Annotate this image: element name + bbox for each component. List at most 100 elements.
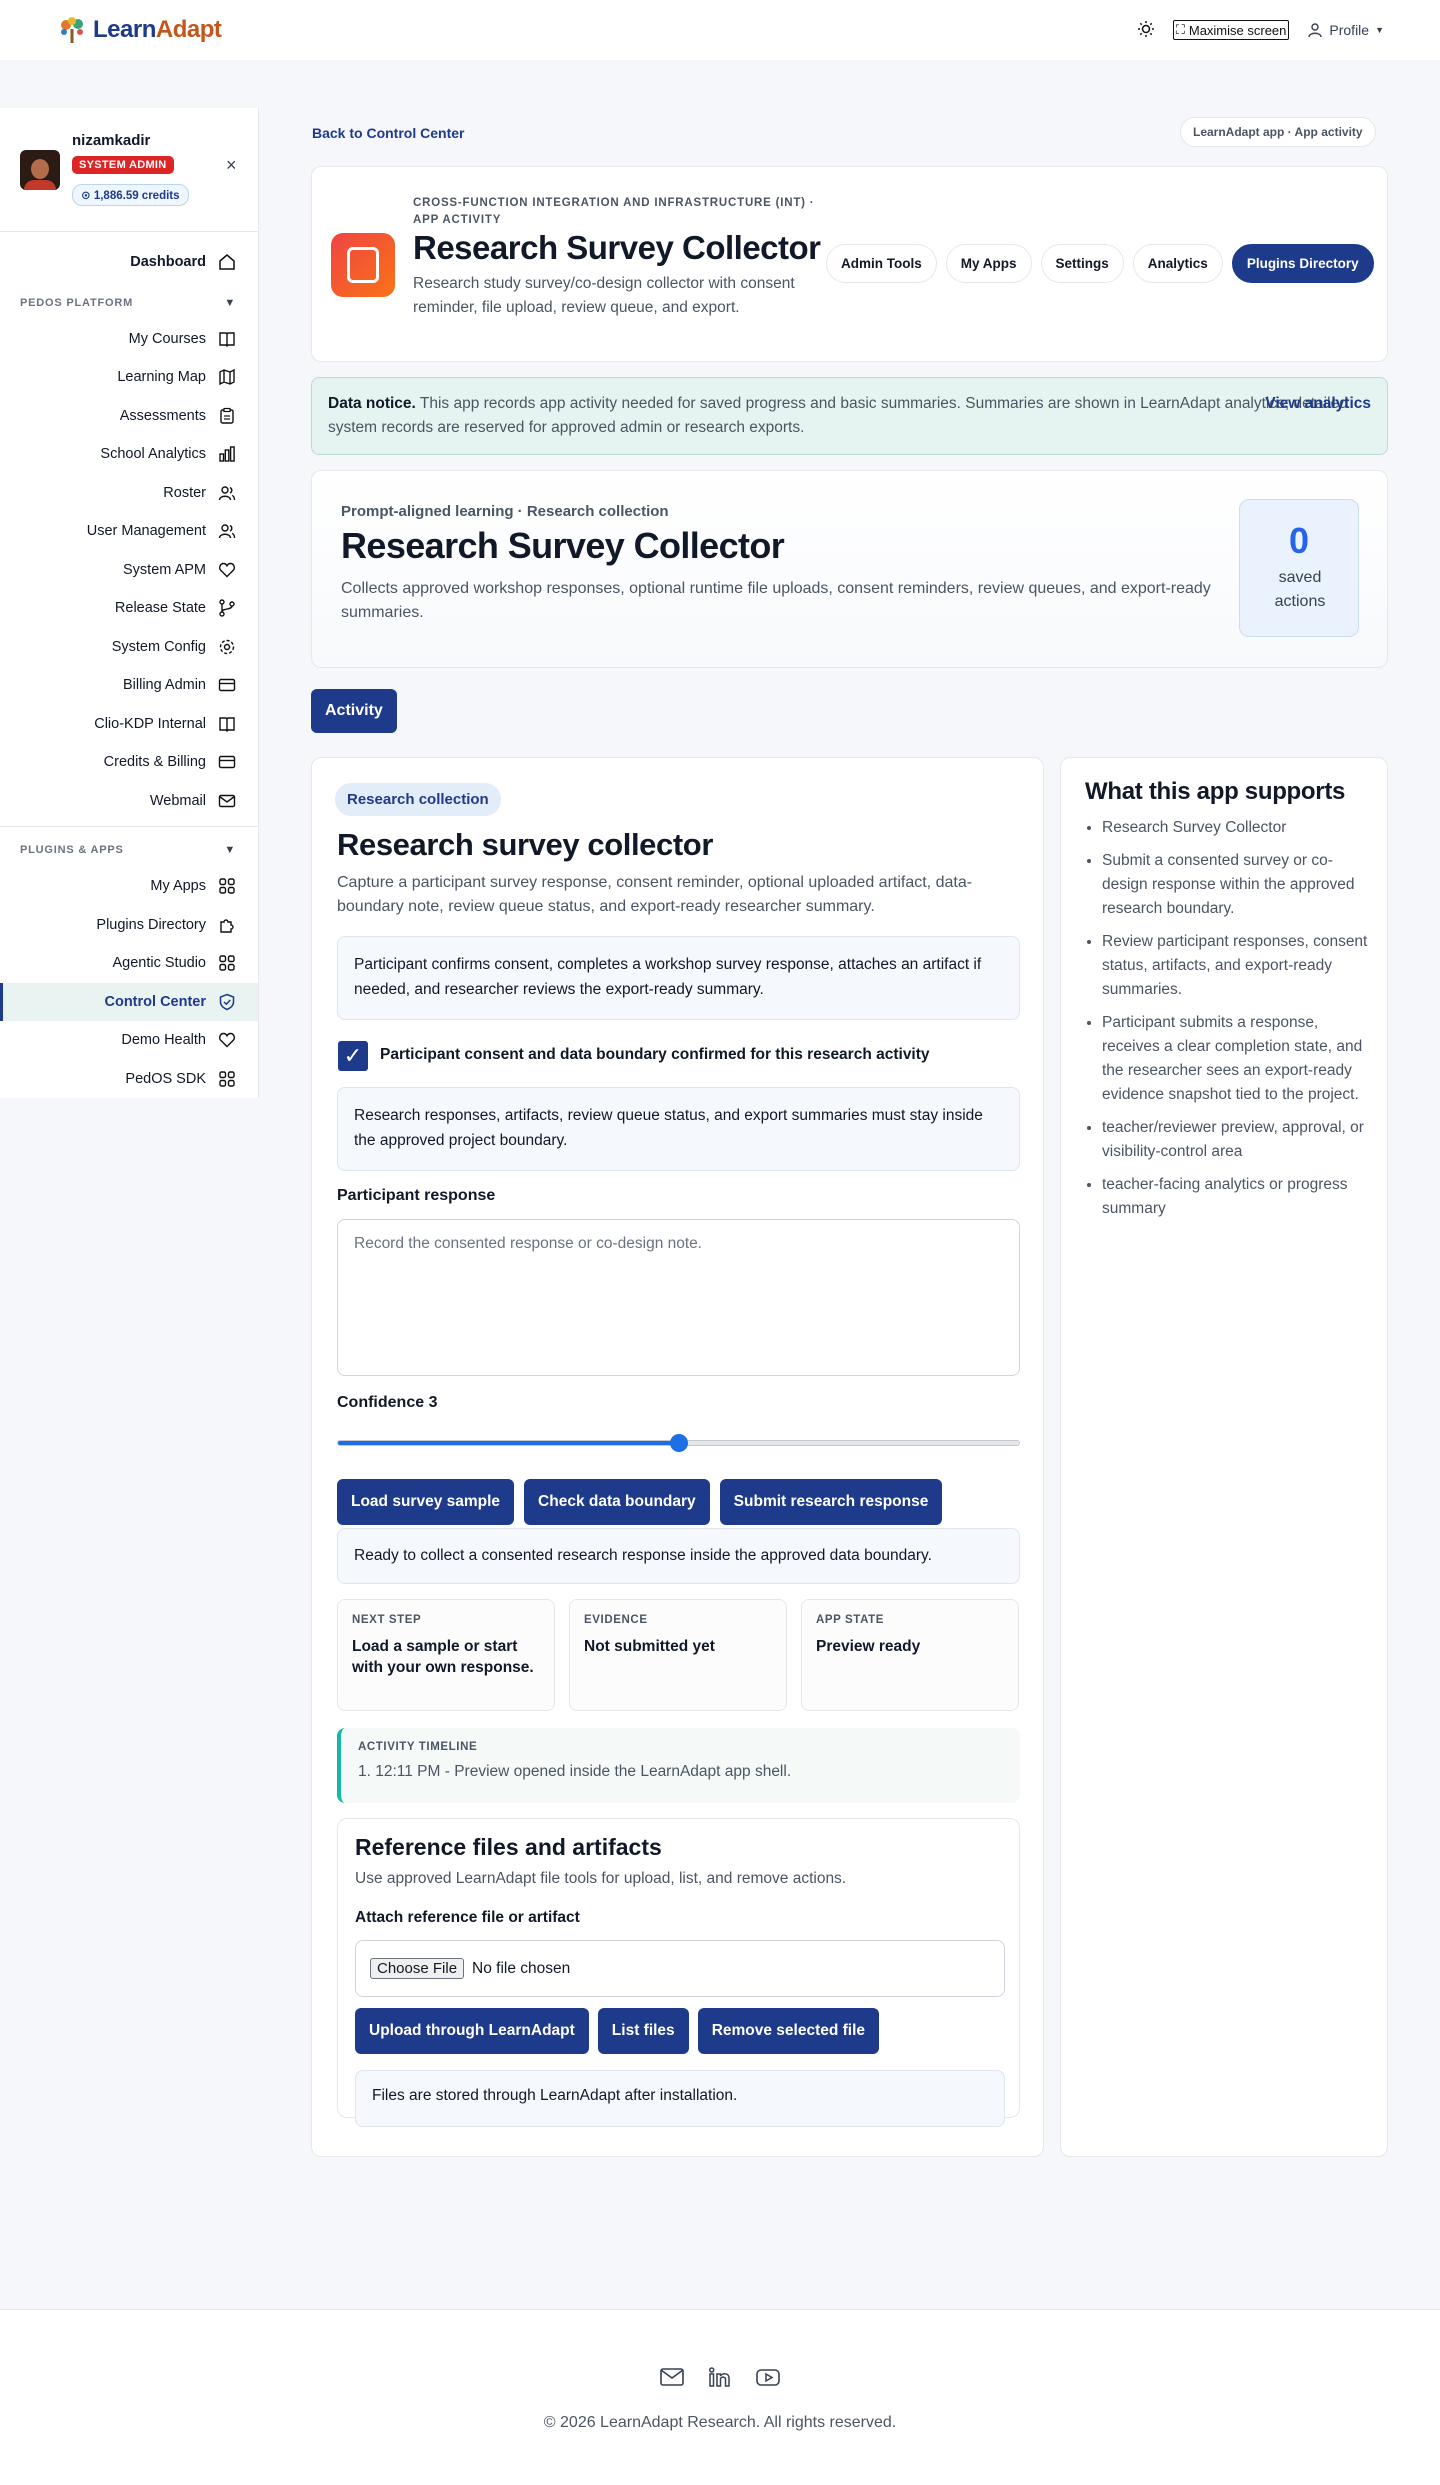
remove-selected-file-button[interactable]: Remove selected file	[697, 2008, 880, 2054]
saved-count: 0	[1288, 520, 1310, 561]
info-card-value: Preview ready	[816, 1638, 921, 1655]
mail-icon[interactable]	[659, 2366, 685, 2393]
notice-label: Data notice.	[328, 395, 416, 412]
sidebar-item-system-config[interactable]: System Config	[0, 628, 258, 667]
sidebar-item-credits-and-billing[interactable]: Credits & Billing	[0, 743, 258, 782]
sidebar-item-label: Credits & Billing	[103, 754, 206, 771]
avatar[interactable]	[20, 150, 60, 190]
profile-menu[interactable]: Profile ▼	[1307, 22, 1384, 38]
credits-badge[interactable]: ⊙ 1,886.59 credits	[72, 184, 189, 206]
pill-admin-tools[interactable]: Admin Tools	[826, 244, 937, 283]
users-icon	[218, 522, 236, 540]
pill-settings[interactable]: Settings	[1040, 244, 1124, 283]
sidebar-item-school-analytics[interactable]: School Analytics	[0, 435, 258, 474]
chevron-down-icon: ▼	[224, 296, 236, 309]
header-pills: Admin Tools My Apps Settings Analytics Plugi…	[826, 244, 1374, 283]
supports-item: teacher-facing analytics or progress sum…	[1102, 1173, 1372, 1221]
consent-label[interactable]: Participant consent and data boundary co…	[380, 1046, 930, 1064]
activity-subtitle: Capture a participant survey response, c…	[337, 874, 973, 915]
upload-through-learnadapt-button[interactable]: Upload through LearnAdapt	[355, 2008, 589, 2054]
sidebar-item-label: System APM	[123, 561, 206, 578]
sidebar-item-my-courses[interactable]: My Courses	[0, 320, 258, 359]
sidebar-item-assessments[interactable]: Assessments	[0, 397, 258, 436]
sidebar-item-user-management[interactable]: User Management	[0, 512, 258, 551]
notice-text: This app records app activity needed for…	[328, 395, 1348, 436]
sidebar-item-label: Plugins Directory	[96, 916, 206, 933]
list-files-button[interactable]: List files	[597, 2008, 689, 2054]
linkedin-icon[interactable]	[707, 2366, 733, 2393]
submit-research-response-button[interactable]: Submit research response	[719, 1479, 943, 1525]
sidebar-item-webmail[interactable]: Webmail	[0, 782, 258, 821]
response-label: Participant response	[337, 1187, 496, 1204]
timeline-entry: 1. 12:11 PM - Preview opened inside the …	[358, 1763, 792, 1780]
pill-plugins-directory[interactable]: Plugins Directory	[1231, 244, 1374, 283]
supports-item: Review participant responses, consent st…	[1102, 930, 1372, 1002]
sidebar-item-agentic-studio[interactable]: Agentic Studio	[0, 944, 258, 983]
tab-activity[interactable]: Activity	[311, 689, 397, 733]
sidebar-item-label: Release State	[114, 600, 206, 617]
check-data-boundary-button[interactable]: Check data boundary	[524, 1479, 710, 1525]
sidebar-item-plugins-directory[interactable]: Plugins Directory	[0, 906, 258, 945]
coin-icon: ⊙	[81, 190, 94, 202]
attach-label: Attach reference file or artifact	[355, 1909, 580, 1926]
clipboard-icon	[218, 407, 236, 425]
file-input[interactable]: Choose File No file chosen	[355, 1940, 1005, 1997]
section-label: PLUGINS & APPS	[20, 844, 124, 856]
brand-logo[interactable]: Learn Adapt	[57, 15, 222, 45]
view-analytics-link[interactable]: View analytics	[1265, 392, 1371, 416]
credit-card-icon	[218, 753, 236, 771]
puzzle-icon	[218, 916, 236, 934]
git-branch-icon	[218, 599, 236, 617]
sidebar-item-label: Assessments	[119, 407, 206, 424]
footer: © 2026 LearnAdapt Research. All rights r…	[0, 2309, 1440, 2485]
activity-title: Research survey collector	[337, 827, 713, 862]
slider-handle[interactable]	[669, 1434, 688, 1452]
info-card-title: EVIDENCE	[584, 1614, 648, 1626]
section-plugins-apps[interactable]: PLUGINS & APPS ▼	[0, 833, 258, 867]
sidebar-item-pedos-sdk[interactable]: PedOS SDK	[0, 1060, 258, 1099]
gear-icon	[218, 638, 236, 656]
participant-response-textarea[interactable]: Record the consented response or co-desi…	[337, 1219, 1020, 1376]
sidebar-item-roster[interactable]: Roster	[0, 474, 258, 513]
section-pedos-platform[interactable]: PEDOS PLATFORM ▼	[0, 286, 258, 320]
role-badge: SYSTEM ADMIN	[72, 156, 174, 174]
pill-analytics[interactable]: Analytics	[1132, 244, 1223, 283]
info-card-evidence: EVIDENCE Not submitted yet	[569, 1599, 787, 1711]
youtube-icon[interactable]	[755, 2366, 781, 2393]
pill-my-apps[interactable]: My Apps	[945, 244, 1032, 283]
book-icon	[218, 715, 236, 733]
sidebar-item-label: My Apps	[150, 878, 206, 895]
map-icon	[218, 368, 236, 386]
supports-list: Research Survey Collector Submit a consen…	[1102, 816, 1372, 1230]
sidebar-item-demo-health[interactable]: Demo Health	[0, 1021, 258, 1060]
app-icon	[331, 233, 395, 297]
load-survey-sample-button[interactable]: Load survey sample	[337, 1479, 515, 1525]
sidebar-item-clio-kdp-internal[interactable]: Clio-KDP Internal	[0, 705, 258, 744]
heart-icon	[218, 1031, 236, 1049]
sidebar-item-release-state[interactable]: Release State	[0, 589, 258, 628]
sidebar-item-system-apm[interactable]: System APM	[0, 551, 258, 590]
hero-description: Collects approved workshop responses, op…	[341, 580, 1211, 621]
maximise-label: Maximise screen	[1188, 22, 1287, 38]
theme-sun-icon[interactable]	[1137, 20, 1155, 41]
saved-label: saved actions	[1274, 569, 1326, 610]
sidebar-item-learning-map[interactable]: Learning Map	[0, 358, 258, 397]
close-icon[interactable]: ×	[226, 155, 237, 176]
maximise-screen-button[interactable]: ⛶ Maximise screen	[1172, 20, 1290, 40]
confidence-slider[interactable]	[337, 1434, 1020, 1452]
choose-file-button[interactable]: Choose File	[370, 1958, 465, 1979]
sidebar-item-my-apps[interactable]: My Apps	[0, 867, 258, 906]
sidebar-item-billing-admin[interactable]: Billing Admin	[0, 666, 258, 705]
expand-icon: ⛶	[1175, 22, 1185, 37]
saved-actions-stat: 0 saved actions	[1239, 499, 1359, 637]
sidebar-item-dashboard[interactable]: Dashboard	[0, 243, 258, 282]
sidebar-item-control-center[interactable]: Control Center	[0, 982, 258, 1021]
brand-name-part2: Adapt	[155, 16, 222, 43]
back-to-control-center-link[interactable]: Back to Control Center	[312, 125, 464, 141]
sidebar-item-label: System Config	[111, 638, 206, 655]
sidebar-item-label: Control Center	[104, 993, 207, 1010]
credit-card-icon	[218, 676, 236, 694]
consent-checkbox[interactable]: ✓	[338, 1041, 368, 1071]
data-notice: Data notice. This app records app activi…	[311, 377, 1388, 455]
info-card-app-state: APP STATE Preview ready	[801, 1599, 1019, 1711]
